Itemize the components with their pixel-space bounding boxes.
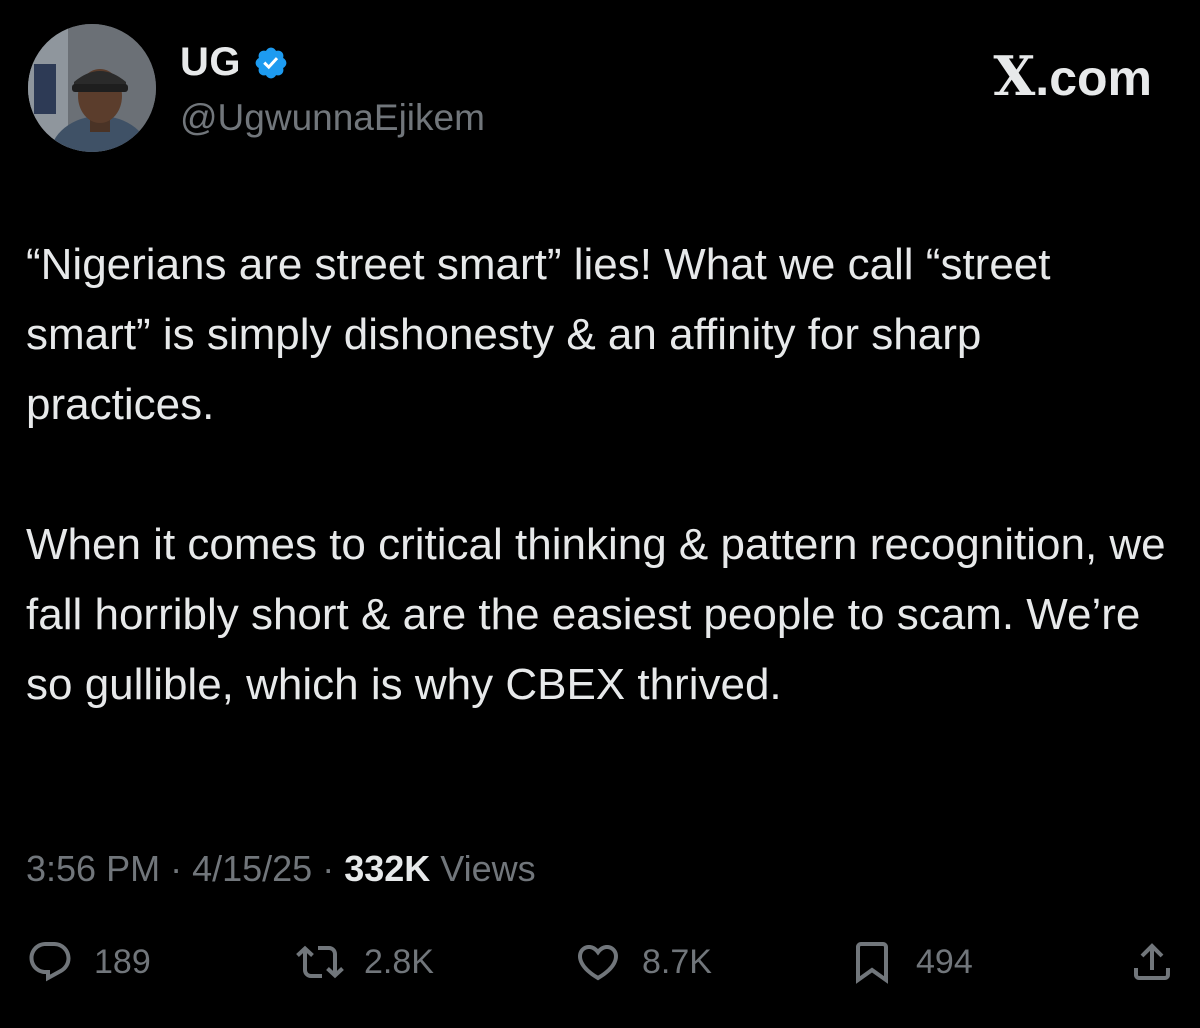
name-row: UG xyxy=(180,40,289,85)
meta-separator: · xyxy=(322,848,335,889)
bookmark-icon xyxy=(856,942,888,984)
bookmark-button[interactable]: 494 xyxy=(848,938,973,986)
heart-icon xyxy=(577,945,619,981)
reply-button[interactable]: 189 xyxy=(26,938,151,986)
action-bar: 189 2.8K 8.7K 494 xyxy=(26,938,1176,998)
reply-count: 189 xyxy=(94,942,151,981)
reply-icon xyxy=(29,942,71,982)
tweet-time[interactable]: 3:56 PM xyxy=(26,848,160,890)
brand-logo: X .com xyxy=(993,44,1152,108)
display-name[interactable]: UG xyxy=(180,40,241,85)
brand-suffix: .com xyxy=(1035,50,1152,106)
tweet-paragraph: “Nigerians are street smart” lies! What … xyxy=(26,240,1051,429)
tweet-meta: 3:56 PM · 4/15/25 · 332K Views xyxy=(26,848,536,890)
retweet-count: 2.8K xyxy=(364,942,434,981)
retweet-button[interactable]: 2.8K xyxy=(296,938,434,986)
tweet-text: “Nigerians are street smart” lies! What … xyxy=(26,230,1176,720)
tweet-paragraph: When it comes to critical thinking & pat… xyxy=(26,520,1166,709)
like-count: 8.7K xyxy=(642,942,712,981)
share-icon xyxy=(1134,943,1170,980)
retweet-icon xyxy=(296,945,344,979)
tweet-date[interactable]: 4/15/25 xyxy=(192,848,312,890)
views-count: 332K xyxy=(344,848,431,889)
like-button[interactable]: 8.7K xyxy=(574,938,712,986)
bookmark-count: 494 xyxy=(916,942,973,981)
avatar[interactable] xyxy=(28,24,156,152)
meta-separator: · xyxy=(170,848,183,889)
tweet-card: UG @UgwunnaEjikem X .com “Nigerians are s… xyxy=(0,0,1200,1028)
share-button[interactable] xyxy=(1128,938,1176,986)
verified-badge-icon xyxy=(255,47,287,78)
x-logo: X xyxy=(993,44,1036,108)
user-avatar-icon xyxy=(28,24,156,152)
user-handle[interactable]: @UgwunnaEjikem xyxy=(180,97,485,139)
views-label: Views xyxy=(440,848,536,889)
